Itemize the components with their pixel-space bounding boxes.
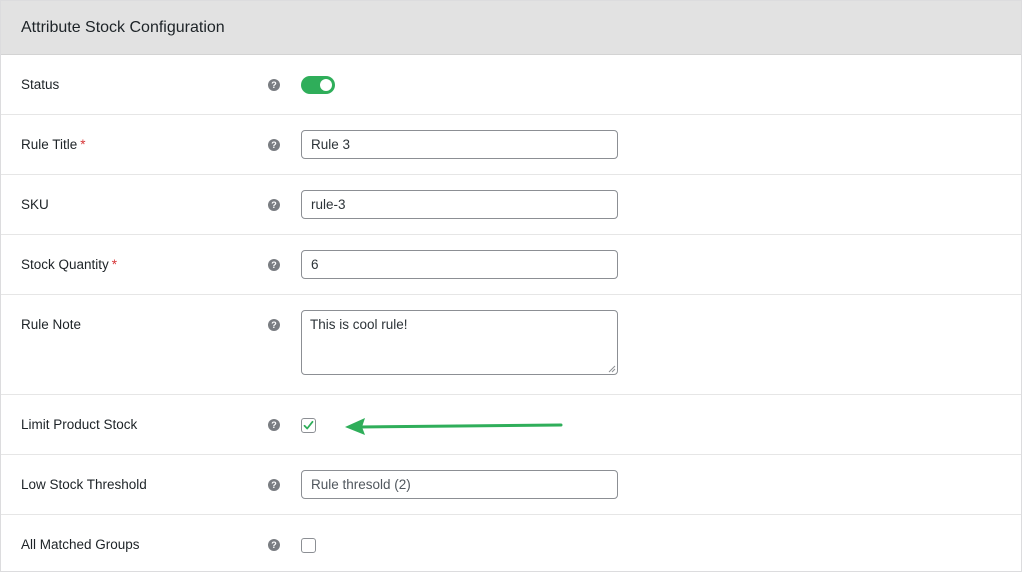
low-stock-threshold-input[interactable]	[301, 470, 618, 499]
status-row: Status ?	[1, 55, 1021, 115]
rule-title-label: Rule Title *	[21, 137, 86, 152]
sku-label: SKU	[21, 197, 49, 212]
limit-product-stock-checkbox[interactable]	[301, 418, 316, 433]
checkmark-icon	[303, 420, 314, 430]
all-matched-groups-checkbox[interactable]	[301, 538, 316, 553]
low-stock-threshold-label: Low Stock Threshold	[21, 477, 147, 492]
help-icon[interactable]: ?	[268, 319, 280, 331]
limit-product-stock-label: Limit Product Stock	[21, 417, 138, 432]
help-icon[interactable]: ?	[268, 259, 280, 271]
resize-handle-icon[interactable]	[608, 365, 616, 373]
rule-title-row: Rule Title * ?	[1, 115, 1021, 175]
rule-note-row: Rule Note ? This is cool rule!	[1, 295, 1021, 395]
rule-note-label: Rule Note	[21, 317, 82, 332]
help-icon[interactable]: ?	[268, 539, 280, 551]
help-icon[interactable]: ?	[268, 79, 280, 91]
rule-title-input[interactable]	[301, 130, 618, 159]
sku-row: SKU ?	[1, 175, 1021, 235]
required-mark: *	[111, 257, 118, 272]
all-matched-groups-row: All Matched Groups ?	[1, 515, 1021, 572]
status-toggle[interactable]	[301, 76, 335, 94]
toggle-knob	[320, 79, 332, 91]
panel-title: Attribute Stock Configuration	[1, 1, 1021, 55]
stock-quantity-row: Stock Quantity * ?	[1, 235, 1021, 295]
attribute-stock-panel: Attribute Stock Configuration Status ? R…	[0, 0, 1022, 572]
annotation-arrow-icon	[345, 418, 563, 435]
limit-product-stock-row: Limit Product Stock ?	[1, 395, 1021, 455]
help-icon[interactable]: ?	[268, 479, 280, 491]
status-label: Status	[21, 77, 60, 92]
stock-quantity-input[interactable]	[301, 250, 618, 279]
required-mark: *	[80, 137, 86, 152]
help-icon[interactable]: ?	[268, 139, 280, 151]
all-matched-groups-label: All Matched Groups	[21, 537, 140, 552]
help-icon[interactable]: ?	[268, 419, 280, 431]
stock-quantity-label: Stock Quantity *	[21, 257, 118, 272]
help-icon[interactable]: ?	[268, 199, 280, 211]
sku-input[interactable]	[301, 190, 618, 219]
low-stock-threshold-row: Low Stock Threshold ?	[1, 455, 1021, 515]
rule-note-textarea[interactable]: This is cool rule!	[301, 310, 618, 375]
